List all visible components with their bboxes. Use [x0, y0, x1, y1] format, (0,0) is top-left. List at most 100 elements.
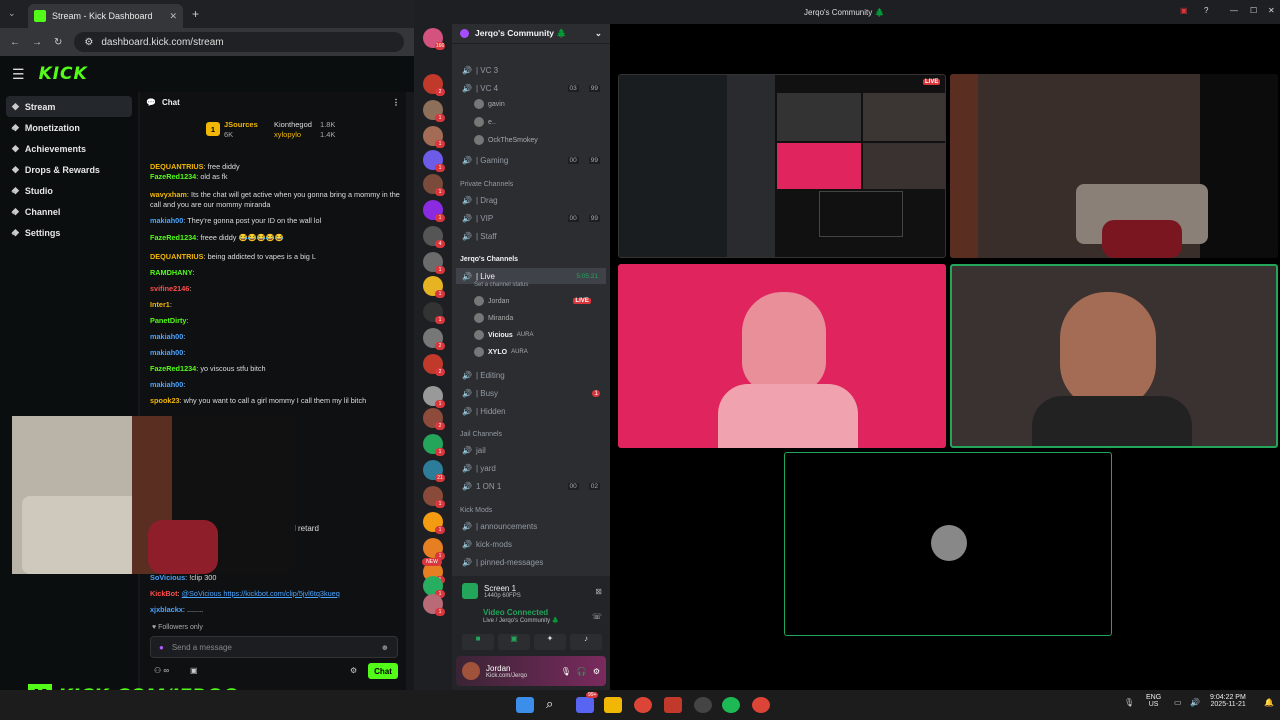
- server-header[interactable]: Jerqo's Community 🌲 ⌄: [452, 24, 610, 44]
- disconnect-icon[interactable]: ☏: [592, 612, 602, 621]
- chat-username[interactable]: xjxblackx: [150, 605, 183, 614]
- chevron-down-icon[interactable]: ⌄: [4, 225, 154, 241]
- emoji-icon[interactable]: ☻: [381, 643, 389, 652]
- chat-settings-icon[interactable]: ⚙: [350, 666, 357, 675]
- notifications-icon[interactable]: 🔔: [1264, 698, 1274, 707]
- soundboard-icon[interactable]: ♪: [570, 634, 602, 650]
- voice-channel[interactable]: 🔊 | Staff: [456, 228, 606, 244]
- screen-share-tile[interactable]: LIVE: [618, 74, 946, 258]
- mute-icon[interactable]: 🎙: [561, 667, 571, 676]
- text-channel[interactable]: 🔊 | pinned-messages: [456, 554, 606, 570]
- voice-channel[interactable]: 🔊 | VC 3: [456, 62, 606, 78]
- voice-user[interactable]: Miranda: [474, 311, 513, 325]
- category-kick-mods[interactable]: Kick Mods: [460, 507, 492, 514]
- screen-share-card[interactable]: Screen 1 1440p 60FPS ⊠: [462, 580, 602, 602]
- nav-item-stream[interactable]: ◆ Stream: [6, 96, 132, 117]
- camera-icon[interactable]: ■: [462, 634, 494, 650]
- chevron-down-icon[interactable]: ⌄: [4, 120, 154, 136]
- nav-item-settings[interactable]: ◆ Settings ⌄: [6, 222, 132, 243]
- xylo-camera-tile[interactable]: [784, 452, 1112, 636]
- search-icon[interactable]: ⌕: [546, 696, 553, 712]
- text-channel[interactable]: 🔊 | yard: [456, 460, 606, 476]
- back-icon[interactable]: ←: [10, 37, 20, 48]
- voice-channel[interactable]: 🔊 | Gaming 00 99: [456, 152, 606, 168]
- user-panel[interactable]: Jordan Kick.com/Jerqo 🎙 🎧 ⚙: [456, 656, 606, 686]
- url-field[interactable]: ⚙ dashboard.kick.com/stream: [74, 32, 404, 52]
- deafen-icon[interactable]: 🎧: [577, 667, 587, 676]
- voice-user[interactable]: XYLO AURA: [474, 345, 528, 359]
- gifter-name[interactable]: Kionthegod: [274, 120, 312, 129]
- nav-item-channel[interactable]: ◆ Channel ⌄: [6, 201, 132, 222]
- chat-username[interactable]: wavyxham: [150, 190, 187, 199]
- chat-username[interactable]: FazeRed1234: [150, 233, 196, 242]
- category-jail[interactable]: Jail Channels: [460, 431, 502, 438]
- nav-item-drops-rewards[interactable]: ◆ Drops & Rewards: [6, 159, 132, 180]
- chat-username[interactable]: SoVicious: [150, 573, 185, 582]
- voice-channel[interactable]: 🔊 | Busy 1: [456, 385, 606, 401]
- site-info-icon[interactable]: ⚙: [84, 37, 93, 48]
- activities-icon[interactable]: ✦: [534, 634, 566, 650]
- chat-username[interactable]: FazeRed1234: [150, 172, 196, 181]
- text-channel[interactable]: 🔊 1 ON 1 00 02: [456, 478, 606, 494]
- nav-item-monetization[interactable]: ◆ Monetization ⌄: [6, 117, 132, 138]
- voice-channel[interactable]: 🔊 | VIP 00 99: [456, 210, 606, 226]
- browser-tab[interactable]: Stream - Kick Dashboard ✕: [28, 4, 183, 28]
- chat-username[interactable]: RAMDHANY: [150, 268, 193, 277]
- gifter-name[interactable]: xylopylo: [274, 130, 301, 139]
- chat-username[interactable]: DEQUANTRIUS: [150, 252, 204, 261]
- volume-icon[interactable]: 🔊: [1190, 698, 1200, 707]
- chat-username[interactable]: KickBot: [150, 589, 178, 598]
- chat-username[interactable]: FazeRed1234: [150, 364, 196, 373]
- kick-logo[interactable]: KICK: [39, 64, 88, 84]
- text-channel[interactable]: 🔊 jail: [456, 442, 606, 458]
- reload-icon[interactable]: ↻: [54, 37, 62, 48]
- mic-icon[interactable]: ●: [159, 643, 164, 652]
- chat-box-icon[interactable]: ▣: [190, 666, 198, 675]
- voice-channel[interactable]: 🔊 | Drag: [456, 192, 606, 208]
- stop-share-icon[interactable]: ⊠: [595, 587, 602, 596]
- chat-username[interactable]: Inter1: [150, 300, 170, 309]
- voice-channel[interactable]: 🔊 | Hidden: [456, 403, 606, 419]
- tab-search-icon[interactable]: ⌄: [8, 8, 16, 19]
- room-camera-tile[interactable]: [950, 74, 1278, 258]
- chat-input[interactable]: ● Send a message ☻: [150, 636, 398, 658]
- category-private[interactable]: Private Channels: [460, 181, 513, 188]
- voice-user[interactable]: Jordan LIVE: [474, 294, 591, 308]
- close-window-icon[interactable]: ✕: [1268, 6, 1275, 15]
- nav-item-studio[interactable]: ◆ Studio ⌄: [6, 180, 132, 201]
- user-settings-icon[interactable]: ⚙: [593, 667, 600, 676]
- chat-send-button[interactable]: Chat: [368, 663, 398, 679]
- chrome-profile-icon[interactable]: [752, 697, 770, 713]
- chat-more-icon[interactable]: ⋮: [392, 98, 400, 107]
- text-channel[interactable]: 🔊 kick-mods: [456, 536, 606, 552]
- chevron-down-icon[interactable]: ⌄: [4, 204, 154, 220]
- share-screen-icon[interactable]: ▣: [498, 634, 530, 650]
- voice-channel[interactable]: 🔊 | VC 4 03 99: [456, 80, 606, 96]
- app-icon[interactable]: [664, 697, 682, 713]
- voice-user[interactable]: Vicious AURA: [474, 328, 533, 342]
- start-icon[interactable]: [516, 697, 534, 713]
- forward-icon[interactable]: →: [32, 37, 42, 48]
- chat-username[interactable]: svifine2146: [150, 284, 189, 293]
- jordan-camera-tile[interactable]: [950, 264, 1278, 448]
- spotify-icon[interactable]: [722, 697, 740, 713]
- chat-username[interactable]: makiah00: [150, 380, 183, 389]
- chat-username[interactable]: PanetDirty: [150, 316, 187, 325]
- maximize-icon[interactable]: ☐: [1250, 6, 1257, 15]
- file-explorer-icon[interactable]: [604, 697, 622, 713]
- chat-tools-icon[interactable]: ⚇ ∞: [154, 666, 169, 675]
- mic-tray-icon[interactable]: 🎙: [1124, 698, 1134, 707]
- voice-user[interactable]: OckTheSmokey: [474, 133, 538, 147]
- voice-channel[interactable]: 🔊 | Editing: [456, 367, 606, 383]
- chat-username[interactable]: makiah00: [150, 216, 183, 225]
- chat-username[interactable]: makiah00: [150, 332, 183, 341]
- chat-username[interactable]: makiah00: [150, 348, 183, 357]
- gifter-name[interactable]: JSources: [224, 120, 258, 129]
- category-jerqo[interactable]: Jerqo's Channels: [460, 256, 518, 263]
- close-tab-icon[interactable]: ✕: [169, 11, 177, 22]
- discord-icon[interactable]: [576, 697, 594, 713]
- new-tab-button[interactable]: +: [192, 7, 199, 21]
- text-channel[interactable]: 🔊 | announcements: [456, 518, 606, 534]
- nav-item-achievements[interactable]: ◆ Achievements: [6, 138, 132, 159]
- help-icon[interactable]: ?: [1204, 6, 1208, 15]
